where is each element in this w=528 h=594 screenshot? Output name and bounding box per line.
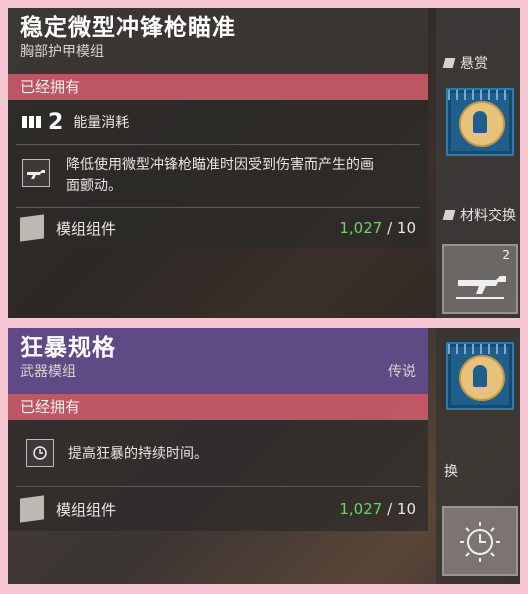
exchange-item[interactable]: 2 xyxy=(442,244,518,314)
emblem-pattern-icon xyxy=(448,90,512,100)
component-cost-row: 模组组件 1,027 / 10 xyxy=(8,208,428,248)
mod-component-icon xyxy=(20,214,44,242)
card-body: 提高狂暴的持续时间。 模组组件 1,027 / 10 xyxy=(8,420,428,531)
tab-bounty-label: 悬赏 xyxy=(460,56,488,72)
smg-perk-icon xyxy=(22,159,50,187)
owned-status-bar: 已经拥有 xyxy=(8,74,428,100)
bullet-emblem-icon xyxy=(459,355,505,401)
energy-cost-label: 能量消耗 xyxy=(73,115,130,131)
mod-tooltip-bottom: 换 狂暴规格 武器模组 传说 已经拥有 提高狂暴的持续时间。 模组组件 1,02… xyxy=(8,328,520,584)
owned-status-bar: 已经拥有 xyxy=(8,394,428,420)
card-header: 狂暴规格 武器模组 传说 xyxy=(8,328,428,394)
tab-marker-icon xyxy=(442,58,456,68)
perk-row: 提高狂暴的持续时间。 xyxy=(8,434,428,472)
tab-exchange-partial-label: 换 xyxy=(444,464,458,480)
energy-cost-row: 2 能量消耗 xyxy=(8,100,428,144)
item-count: 2 xyxy=(502,248,510,262)
emblem-pattern-icon xyxy=(448,344,512,354)
mod-title: 稳定微型冲锋枪瞄准 xyxy=(20,15,236,41)
tab-material-exchange-partial[interactable]: 换 xyxy=(444,460,458,482)
frenzy-perk-icon xyxy=(26,439,54,467)
mod-component-icon xyxy=(20,495,44,523)
component-cost: / 10 xyxy=(387,500,416,518)
tab-marker-icon xyxy=(442,210,456,220)
energy-cost-value: 2 xyxy=(48,109,64,135)
perk-description: 降低使用微型冲锋枪瞄准时因受到伤害而产生的画面颤动。 xyxy=(66,157,374,194)
perk-description: 提高狂暴的持续时间。 xyxy=(68,446,208,462)
mod-tooltip-top: 悬赏 材料交换 2 稳定微型冲锋枪瞄准 胸部护甲模组 已经拥有 2 能量消耗 降… xyxy=(8,8,520,318)
component-label: 模组组件 xyxy=(56,500,117,519)
mod-title: 狂暴规格 xyxy=(20,335,116,361)
tab-bounty[interactable]: 悬赏 xyxy=(442,52,488,74)
rarity-label: 传说 xyxy=(388,364,416,380)
energy-cost-icon xyxy=(22,116,41,128)
perk-row: 降低使用微型冲锋枪瞄准时因受到伤害而产生的画面颤动。 xyxy=(8,145,428,207)
component-cost-row: 模组组件 1,027 / 10 xyxy=(8,487,428,531)
component-owned-count: 1,027 xyxy=(339,219,383,237)
component-owned-count: 1,027 xyxy=(339,500,383,518)
tab-material-exchange[interactable]: 材料交换 xyxy=(442,204,516,226)
mod-card: 稳定微型冲锋枪瞄准 胸部护甲模组 已经拥有 2 能量消耗 降低使用微型冲锋枪瞄准… xyxy=(8,8,428,248)
vendor-side-panel: 悬赏 材料交换 2 xyxy=(436,8,520,318)
bounty-emblem-item[interactable] xyxy=(446,342,514,410)
component-label: 模组组件 xyxy=(56,219,117,238)
mod-exchange-item[interactable] xyxy=(442,506,518,576)
mod-card: 狂暴规格 武器模组 传说 已经拥有 提高狂暴的持续时间。 模组组件 1,027 … xyxy=(8,328,428,531)
tab-exchange-label: 材料交换 xyxy=(460,208,516,224)
card-body: 2 能量消耗 降低使用微型冲锋枪瞄准时因受到伤害而产生的画面颤动。 模组组件 1… xyxy=(8,100,428,248)
component-cost: / 10 xyxy=(387,219,416,237)
mod-type: 胸部护甲模组 xyxy=(20,44,104,60)
vendor-side-panel: 换 xyxy=(436,328,520,584)
mod-type: 武器模组 xyxy=(20,364,76,380)
frenzy-clock-icon xyxy=(460,522,500,562)
bullet-emblem-icon xyxy=(459,101,505,147)
bounty-emblem-item[interactable] xyxy=(446,88,514,156)
card-header: 稳定微型冲锋枪瞄准 胸部护甲模组 xyxy=(8,8,428,74)
